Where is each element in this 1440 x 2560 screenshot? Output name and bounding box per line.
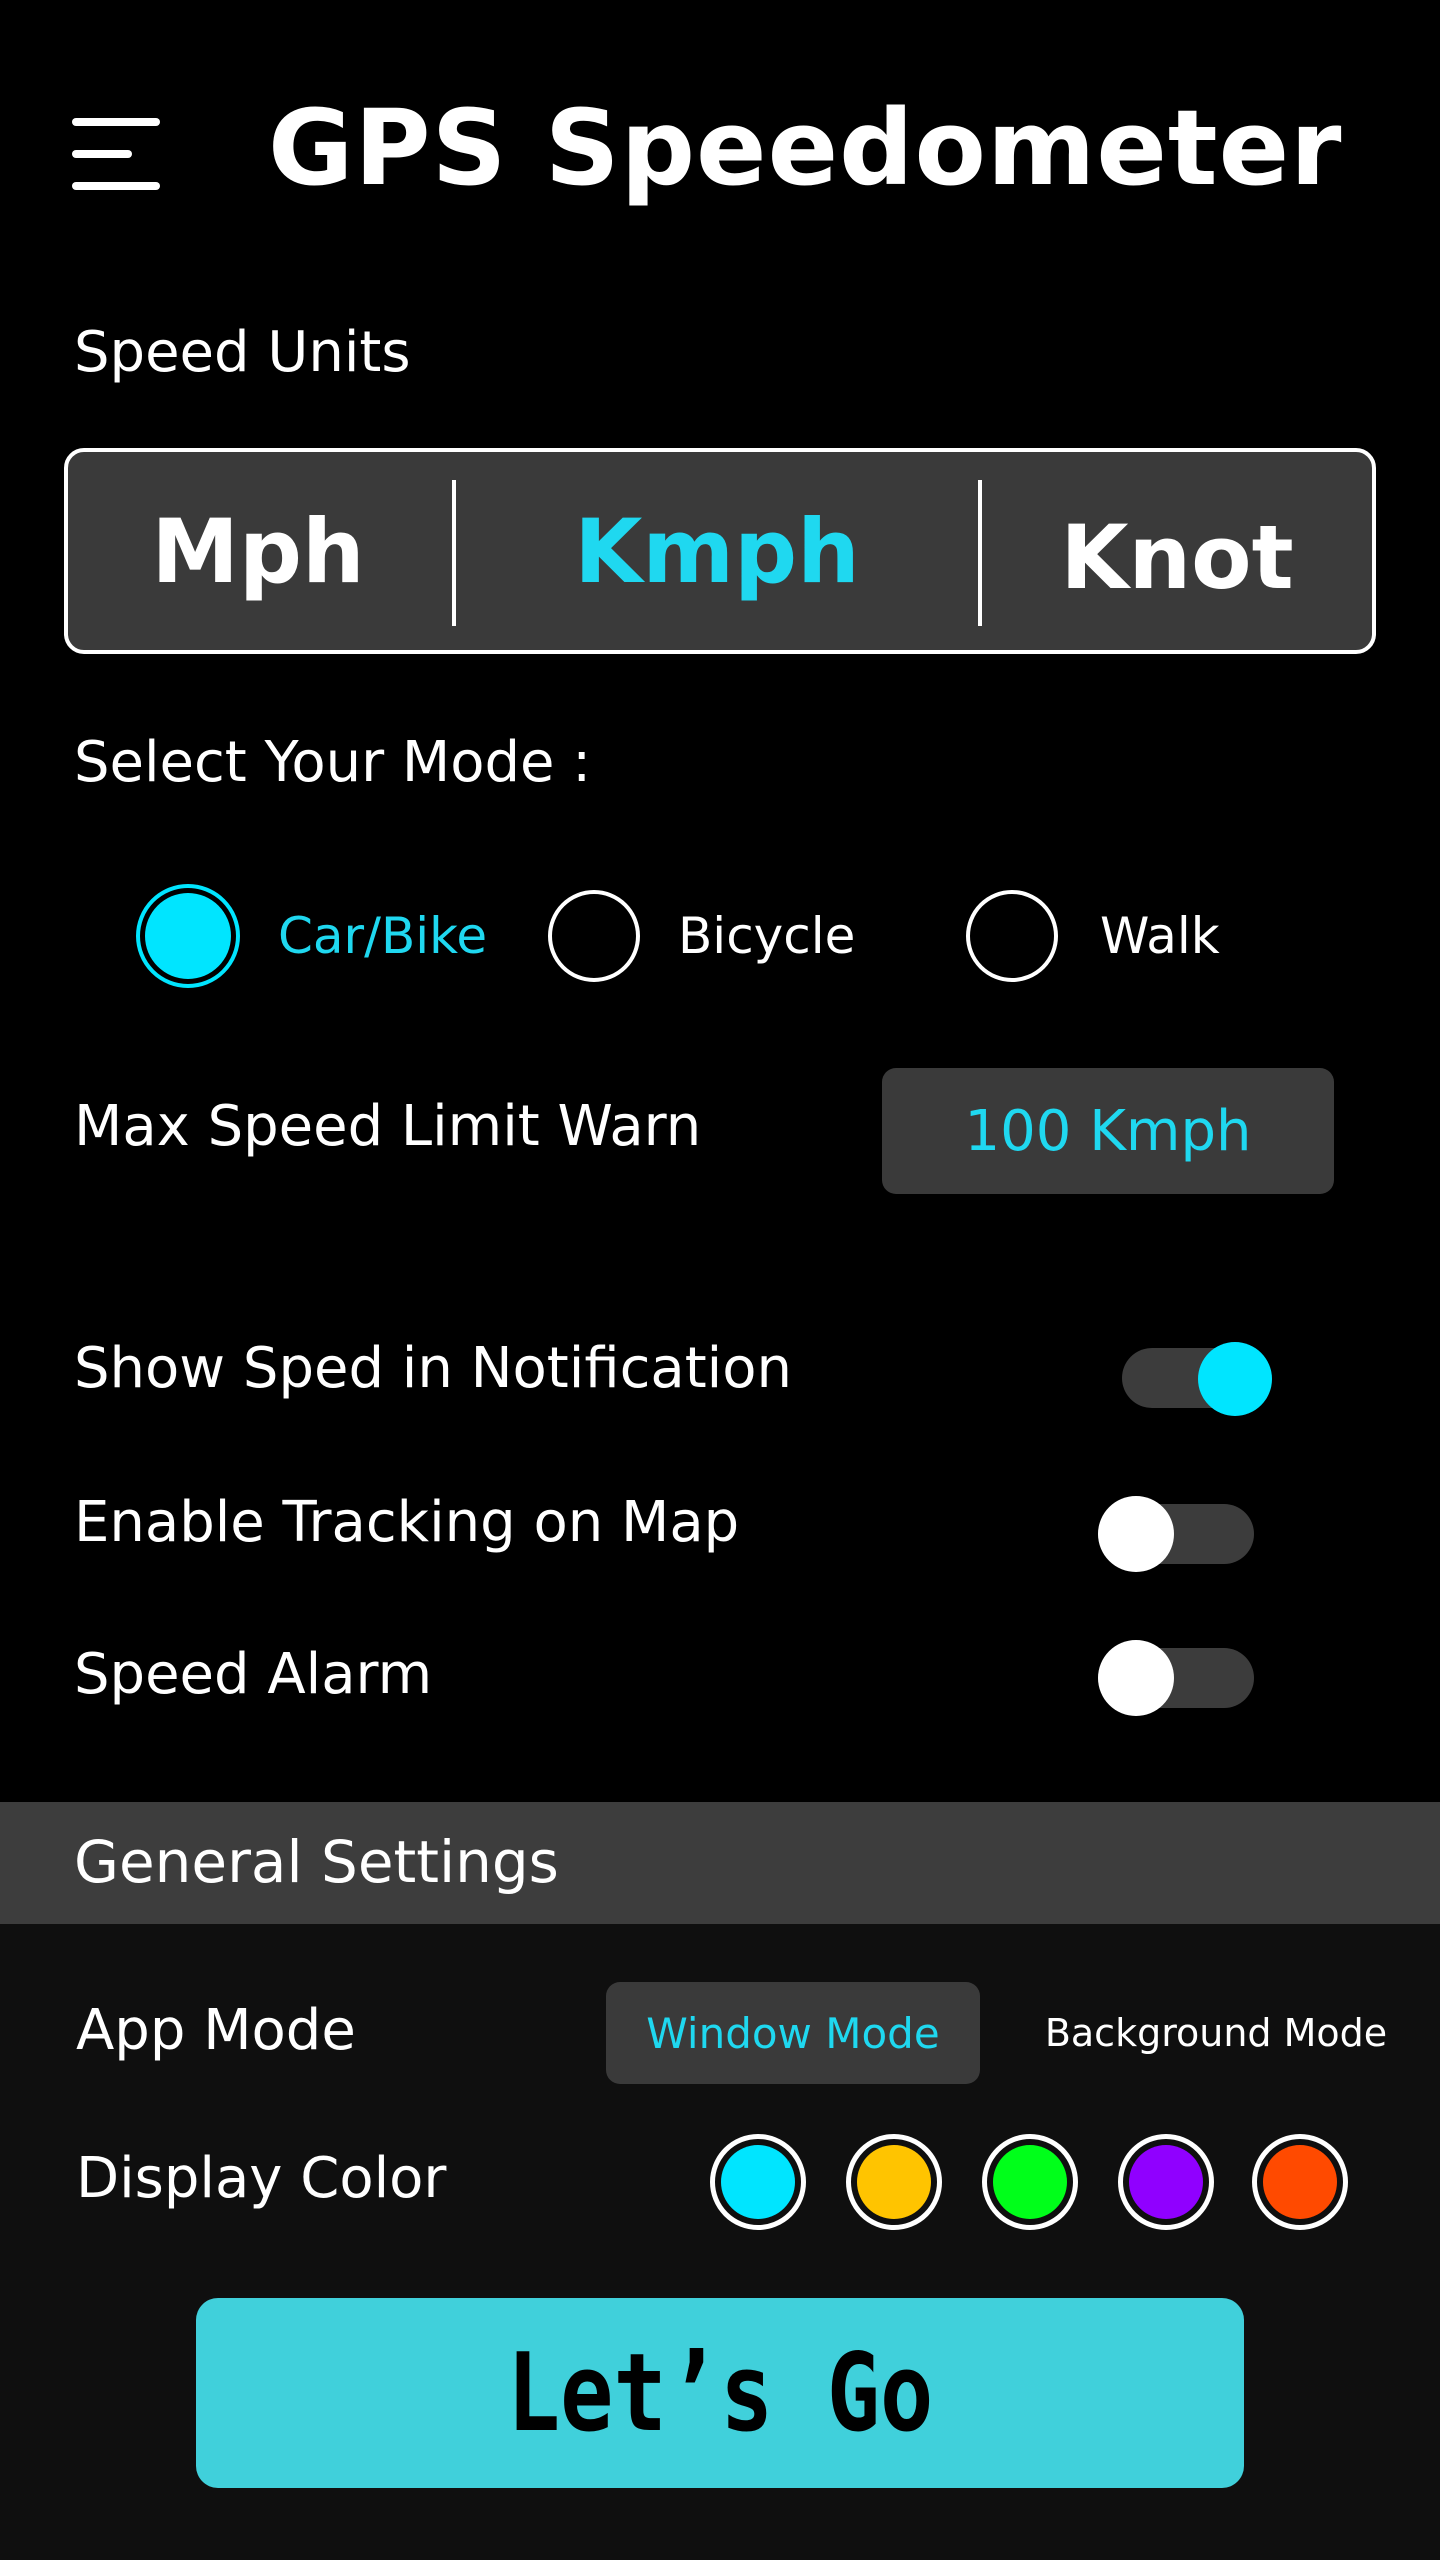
menu-line (72, 118, 160, 126)
color-swatch-cyan[interactable] (710, 2134, 806, 2230)
notification-toggle[interactable] (1120, 1338, 1276, 1418)
max-speed-label: Max Speed Limit Warn (74, 1094, 702, 1159)
radio-car-bike[interactable] (136, 884, 240, 988)
swatch-fill (721, 2145, 795, 2219)
color-swatch-orange[interactable] (1252, 2134, 1348, 2230)
radio-walk[interactable] (966, 890, 1058, 982)
radio-dot (145, 893, 231, 979)
toggle-knob (1098, 1496, 1174, 1572)
unit-option-mph[interactable]: Mph (68, 452, 448, 650)
swatch-fill (1263, 2145, 1337, 2219)
unit-option-kmph[interactable]: Kmph (456, 452, 978, 650)
speed-units-segmented-control: Mph Kmph Knot (64, 448, 1376, 654)
radio-label-bicycle[interactable]: Bicycle (678, 906, 855, 966)
swatch-fill (857, 2145, 931, 2219)
tracking-toggle[interactable] (1094, 1494, 1258, 1574)
radio-label-walk[interactable]: Walk (1100, 906, 1220, 966)
menu-line (72, 150, 132, 158)
lets-go-button[interactable]: Let’s Go (196, 2298, 1244, 2488)
lets-go-label: Let’s Go (506, 2330, 934, 2456)
display-color-label: Display Color (76, 2146, 447, 2211)
color-swatch-purple[interactable] (1118, 2134, 1214, 2230)
speed-units-label: Speed Units (74, 320, 411, 385)
toggle-knob (1098, 1640, 1174, 1716)
mode-label: Select Your Mode : (74, 730, 592, 795)
max-speed-value-button[interactable]: 100 Kmph (882, 1068, 1334, 1194)
app-title: GPS Speedometer (268, 87, 1343, 209)
speed-alarm-toggle[interactable] (1094, 1638, 1258, 1718)
toggle-label-tracking: Enable Tracking on Map (74, 1490, 740, 1555)
app-mode-label: App Mode (76, 1998, 356, 2063)
unit-option-knot[interactable]: Knot (982, 452, 1372, 650)
swatch-fill (1129, 2145, 1203, 2219)
hamburger-menu-icon[interactable] (72, 118, 160, 190)
radio-bicycle[interactable] (548, 890, 640, 982)
color-swatch-green[interactable] (982, 2134, 1078, 2230)
background-mode-button[interactable]: Background Mode (1016, 1982, 1416, 2084)
menu-line (72, 182, 160, 190)
toggle-label-speed-alarm: Speed Alarm (74, 1642, 433, 1707)
color-swatch-yellow[interactable] (846, 2134, 942, 2230)
general-settings-title: General Settings (74, 1828, 559, 1896)
toggle-knob (1198, 1342, 1272, 1416)
toggle-label-notification: Show Sped in Notification (74, 1336, 792, 1401)
radio-label-car-bike[interactable]: Car/Bike (278, 906, 487, 966)
window-mode-button[interactable]: Window Mode (606, 1982, 980, 2084)
swatch-fill (993, 2145, 1067, 2219)
